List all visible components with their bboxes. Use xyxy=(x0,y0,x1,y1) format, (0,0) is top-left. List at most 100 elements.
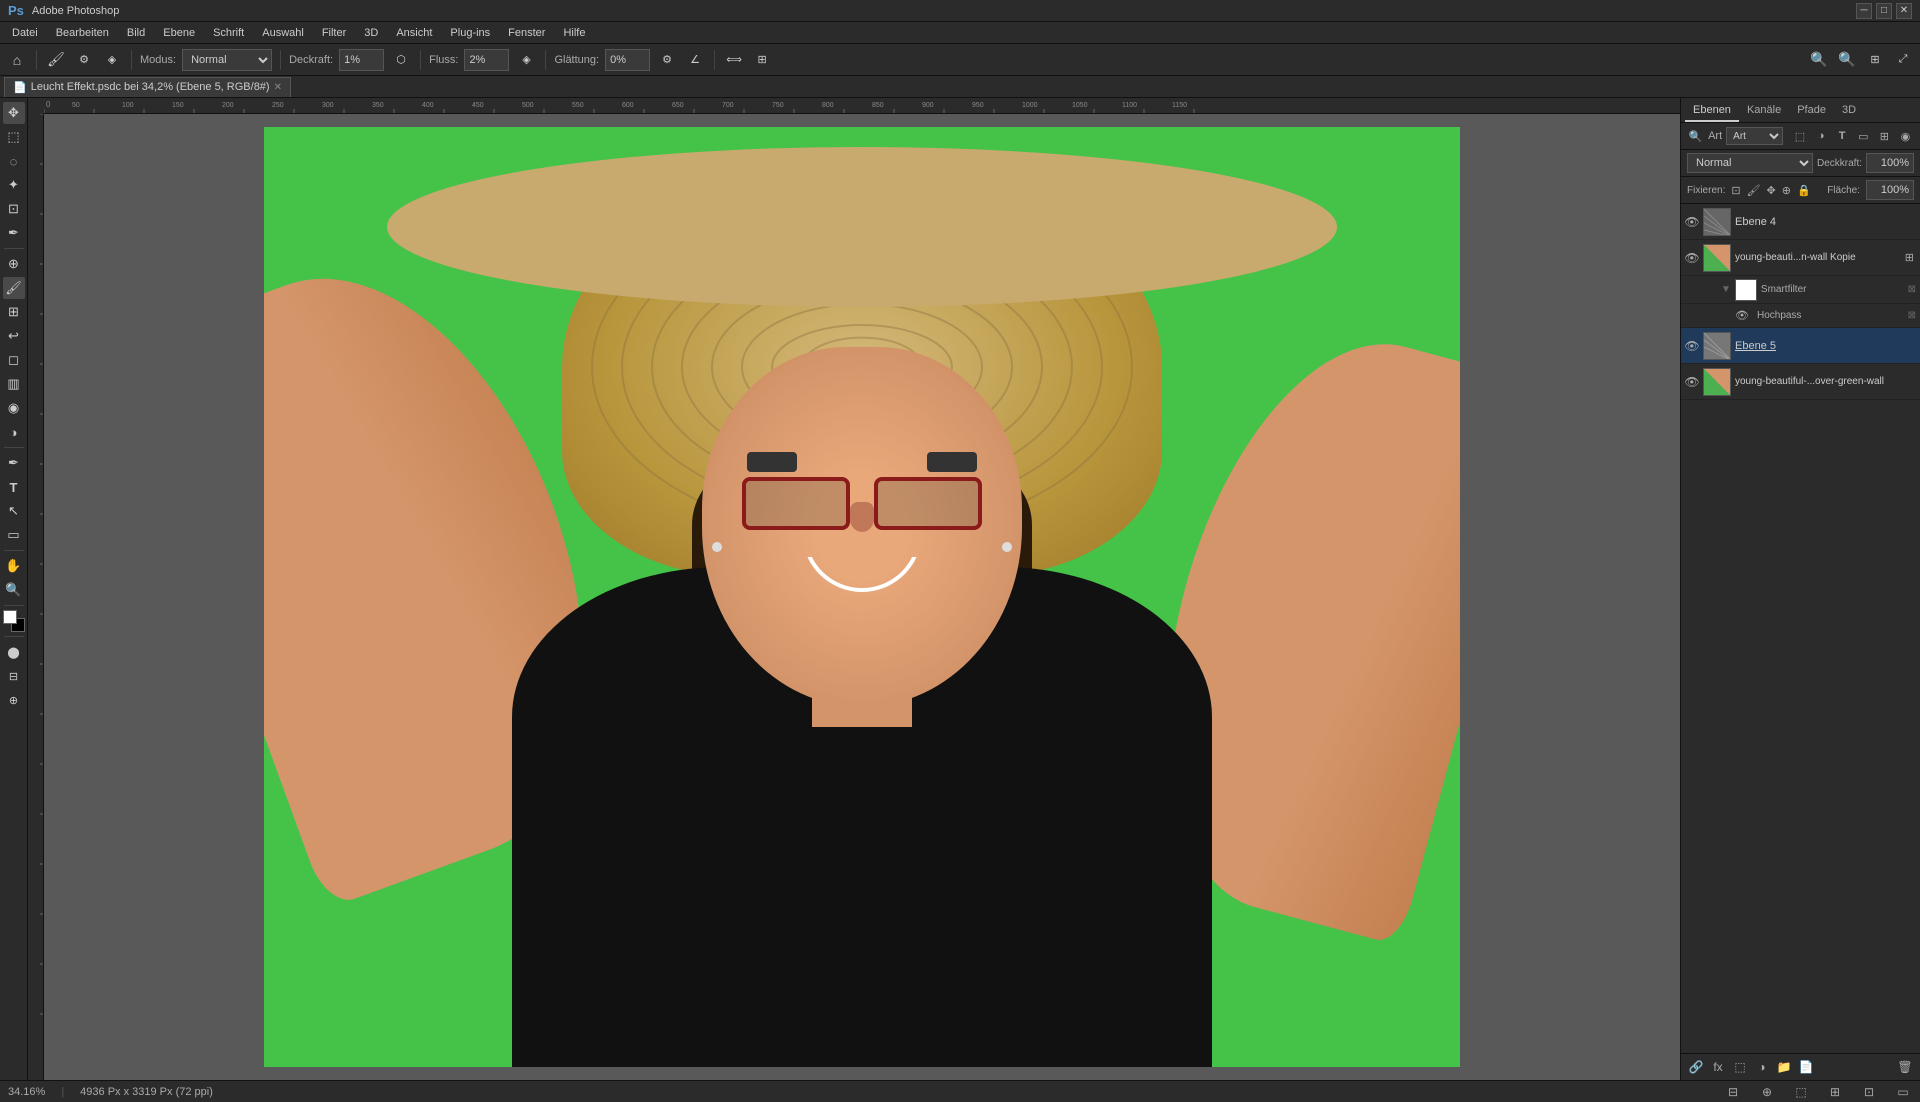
canvas-wrapper[interactable] xyxy=(44,114,1680,1080)
modus-select[interactable]: Normal xyxy=(182,49,272,71)
tab-3d[interactable]: 3D xyxy=(1834,100,1864,122)
layer-vis-young-kopie[interactable]: 👁 xyxy=(1685,251,1699,265)
filter-toggle[interactable]: ◉ xyxy=(1897,127,1914,145)
panel-tabs[interactable]: Ebenen Kanäle Pfade 3D xyxy=(1681,98,1920,123)
menu-auswahl[interactable]: Auswahl xyxy=(254,25,312,41)
airbrush-icon[interactable]: ◈ xyxy=(515,49,537,71)
settings-brush-icon[interactable]: ⚙ xyxy=(73,49,95,71)
menu-bearbeiten[interactable]: Bearbeiten xyxy=(48,25,117,41)
tab-kanale[interactable]: Kanäle xyxy=(1739,100,1789,122)
deckkraft-input[interactable] xyxy=(339,49,384,71)
expand-icon[interactable]: ⤢ xyxy=(1892,49,1914,71)
layer-item-ebene5[interactable]: 👁 Ebene 5 xyxy=(1681,328,1920,364)
menu-plugins[interactable]: Plug-ins xyxy=(442,25,498,41)
file-tab-close[interactable]: ✕ xyxy=(274,82,282,93)
type-filter-icon[interactable]: T xyxy=(1834,127,1851,145)
tablet-icon[interactable]: ⬡ xyxy=(390,49,412,71)
layers-list[interactable]: 👁 Ebene 4 👁 xyxy=(1681,204,1920,1053)
tab-pfade[interactable]: Pfade xyxy=(1789,100,1834,122)
zoom-tool[interactable]: 🔍 xyxy=(3,579,25,601)
new-layer-icon[interactable]: 📄 xyxy=(1797,1058,1815,1076)
menu-datei[interactable]: Datei xyxy=(4,25,46,41)
dodge-tool[interactable]: ◑ xyxy=(3,421,25,443)
minimize-btn[interactable]: ─ xyxy=(1856,3,1872,19)
status-icon-4[interactable]: ⊞ xyxy=(1826,1083,1844,1101)
hand-tool[interactable]: ✋ xyxy=(3,555,25,577)
tab-ebenen[interactable]: Ebenen xyxy=(1685,100,1739,122)
search-icon[interactable]: 🔍 xyxy=(1808,49,1830,71)
mask-icon[interactable]: ⬚ xyxy=(1731,1058,1749,1076)
shape-filter-icon[interactable]: ▭ xyxy=(1855,127,1872,145)
brush-extra-icon[interactable]: ⊞ xyxy=(751,49,773,71)
brush-toggle-icon[interactable]: ◈ xyxy=(101,49,123,71)
fx-icon[interactable]: fx xyxy=(1709,1058,1727,1076)
maximize-btn[interactable]: □ xyxy=(1876,3,1892,19)
home-icon[interactable]: ⌂ xyxy=(6,49,28,71)
artboard-tool[interactable]: ⊕ xyxy=(3,689,25,711)
lock-all-icon[interactable]: 🔒 xyxy=(1797,184,1811,197)
deckkraft-value-layers[interactable] xyxy=(1866,153,1914,173)
titlebar-controls[interactable]: ─ □ ✕ xyxy=(1856,3,1912,19)
lock-paint-icon[interactable]: 🖌 xyxy=(1747,184,1761,197)
layer-vis-ebene4[interactable]: 👁 xyxy=(1685,215,1699,229)
path-select-tool[interactable]: ↖ xyxy=(3,500,25,522)
layer-vis-ebene5[interactable]: 👁 xyxy=(1685,339,1699,353)
blur-tool[interactable]: ◉ xyxy=(3,397,25,419)
history-tool[interactable]: ↩ xyxy=(3,325,25,347)
status-icon-6[interactable]: ▭ xyxy=(1894,1083,1912,1101)
layer-item-ebene4[interactable]: 👁 Ebene 4 xyxy=(1681,204,1920,240)
layer-item-young-orig[interactable]: 👁 young-beautiful-...over-green-wall xyxy=(1681,364,1920,400)
menu-3d[interactable]: 3D xyxy=(356,25,386,41)
quick-mask-tool[interactable]: ⬤ xyxy=(3,641,25,663)
background-color[interactable] xyxy=(3,610,17,624)
type-tool[interactable]: T xyxy=(3,476,25,498)
move-tool[interactable]: ✥ xyxy=(3,102,25,124)
pen-tool[interactable]: ✒ xyxy=(3,452,25,474)
group-icon[interactable]: 📁 xyxy=(1775,1058,1793,1076)
lock-artboard-icon[interactable]: ⊕ xyxy=(1782,184,1791,197)
quick-select-tool[interactable]: ✦ xyxy=(3,174,25,196)
close-btn[interactable]: ✕ xyxy=(1896,3,1912,19)
menu-fenster[interactable]: Fenster xyxy=(500,25,553,41)
smart-filter-icon[interactable]: ⊞ xyxy=(1876,127,1893,145)
hochpass-eye[interactable]: 👁 xyxy=(1735,309,1749,322)
search2-icon[interactable]: 🔍 xyxy=(1836,49,1858,71)
crop-tool[interactable]: ⊡ xyxy=(3,198,25,220)
blend-mode-select[interactable]: Normal xyxy=(1687,153,1813,173)
canvas-area[interactable]: 0 50 100 150 200 250 300 350 400 450 xyxy=(28,98,1680,1080)
brush-tool[interactable]: 🖌 xyxy=(3,277,25,299)
clone-tool[interactable]: ⊞ xyxy=(3,301,25,323)
brush-icon[interactable]: 🖌 xyxy=(45,49,67,71)
fluss-input[interactable] xyxy=(464,49,509,71)
color-swatches[interactable] xyxy=(3,610,25,632)
pixel-icon[interactable]: ⬚ xyxy=(1791,127,1808,145)
menu-ebene[interactable]: Ebene xyxy=(155,25,203,41)
screen-mode-tool[interactable]: ⊟ xyxy=(3,665,25,687)
marquee-tool[interactable]: ⬚ xyxy=(3,126,25,148)
healing-tool[interactable]: ⊕ xyxy=(3,253,25,275)
link-icon[interactable]: 🔗 xyxy=(1687,1058,1705,1076)
grid-icon[interactable]: ⊞ xyxy=(1864,49,1886,71)
menu-filter[interactable]: Filter xyxy=(314,25,354,41)
status-icon-1[interactable]: ⊟ xyxy=(1724,1083,1742,1101)
filter-select[interactable]: Art xyxy=(1726,127,1783,145)
layer-item-young-kopie[interactable]: 👁 young-beauti...n-wall Kopie ⊞ xyxy=(1681,240,1920,276)
shape-tool[interactable]: ▭ xyxy=(3,524,25,546)
lock-pixels-icon[interactable]: ⊡ xyxy=(1731,184,1740,197)
glattung-settings-icon[interactable]: ⚙ xyxy=(656,49,678,71)
menu-bild[interactable]: Bild xyxy=(119,25,153,41)
symmetry-icon[interactable]: ⟺ xyxy=(723,49,745,71)
glattung-input[interactable] xyxy=(605,49,650,71)
menu-hilfe[interactable]: Hilfe xyxy=(555,25,593,41)
eraser-tool[interactable]: ◻ xyxy=(3,349,25,371)
status-icon-5[interactable]: ⊡ xyxy=(1860,1083,1878,1101)
status-icon-2[interactable]: ⊕ xyxy=(1758,1083,1776,1101)
file-tab[interactable]: 📄 Leucht Effekt.psdc bei 34,2% (Ebene 5,… xyxy=(4,77,291,97)
angle-icon[interactable]: ∠ xyxy=(684,49,706,71)
adj-filter-icon[interactable]: ◑ xyxy=(1813,127,1830,145)
menu-schrift[interactable]: Schrift xyxy=(205,25,252,41)
adj-layer-icon[interactable]: ◑ xyxy=(1753,1058,1771,1076)
gradient-tool[interactable]: ▥ xyxy=(3,373,25,395)
lock-position-icon[interactable]: ✥ xyxy=(1767,184,1776,197)
canvas[interactable] xyxy=(264,127,1460,1067)
